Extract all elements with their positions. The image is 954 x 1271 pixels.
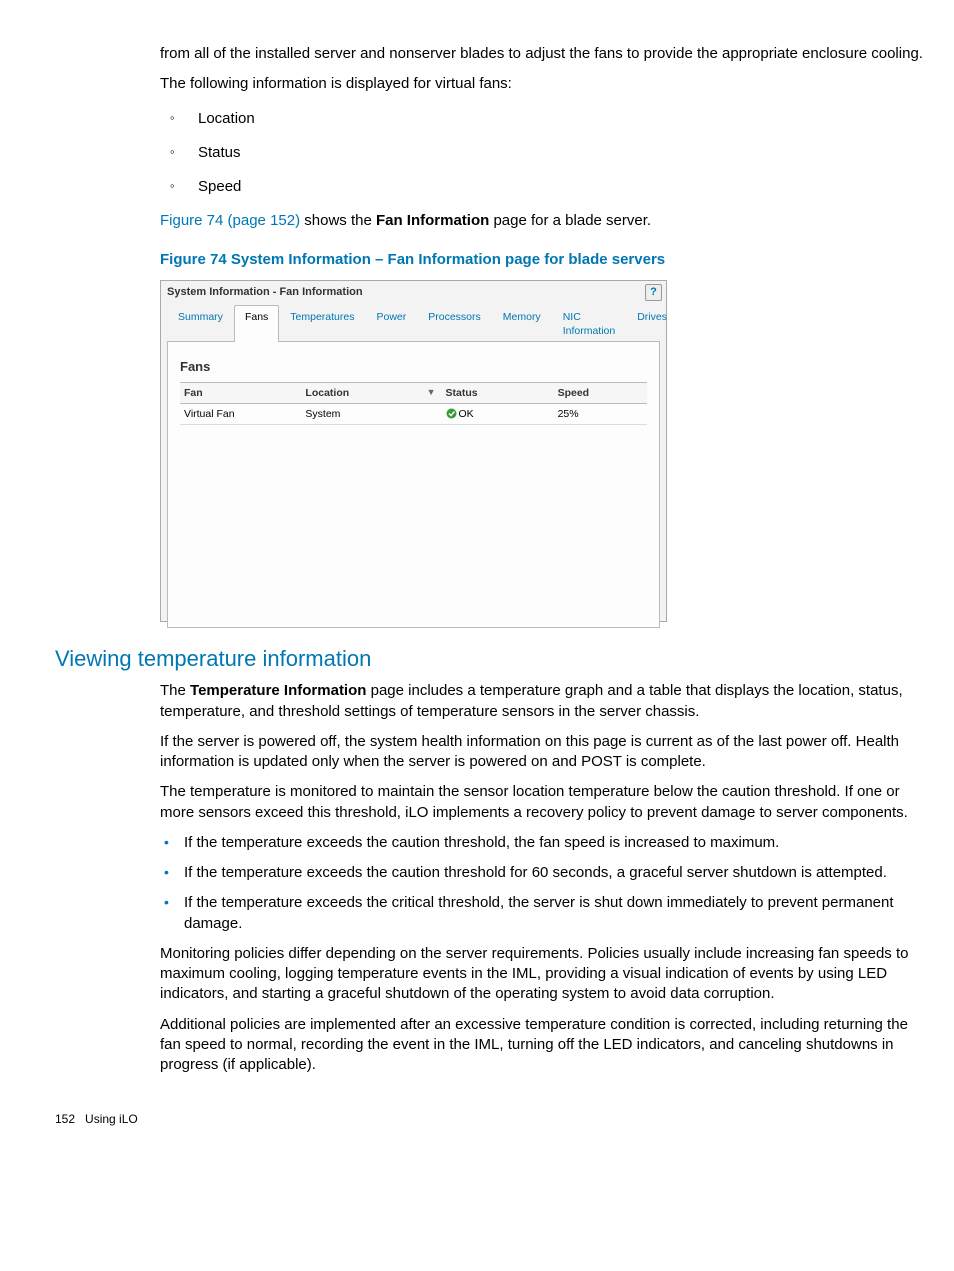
panel-body: Fans Fan Location ▼ Status Speed [167,342,660,628]
tab-fans[interactable]: Fans [234,305,279,342]
policy-list: If the temperature exceeds the caution t… [160,833,930,934]
table-row: Virtual Fan System OK 25% [180,403,647,424]
page-footer: 152 Using iLO [55,1111,924,1127]
status-ok-icon [446,408,457,419]
cell-speed: 25% [554,403,647,424]
cell-fan: Virtual Fan [180,403,301,424]
virtual-fans-list: Location Status Speed [160,109,930,198]
bold-text: Fan Information [376,212,489,229]
tab-summary[interactable]: Summary [167,305,234,342]
cell-status: OK [442,403,554,424]
paragraph: The following information is displayed f… [160,74,930,94]
tab-memory[interactable]: Memory [492,305,552,342]
list-item: Status [160,143,930,163]
tab-power[interactable]: Power [365,305,417,342]
tab-bar: Summary Fans Temperatures Power Processo… [167,304,660,342]
list-item: Location [160,109,930,129]
paragraph: The temperature is monitored to maintain… [160,782,930,823]
list-item: If the temperature exceeds the caution t… [160,863,930,883]
col-location-label: Location [305,387,349,399]
footer-label: Using iLO [85,1112,138,1126]
tab-temperatures[interactable]: Temperatures [279,305,365,342]
text: The [160,682,190,699]
paragraph: from all of the installed server and non… [160,44,930,64]
section-heading: Fans [180,358,647,376]
text: page for a blade server. [489,212,651,229]
figure-caption: Figure 74 System Information – Fan Infor… [160,250,930,270]
bold-text: Temperature Information [190,682,366,699]
col-fan[interactable]: Fan [180,382,301,403]
panel-title: System Information - Fan Information [167,285,363,300]
fan-table: Fan Location ▼ Status Speed Virtual Fan … [180,382,647,425]
col-status[interactable]: Status [442,382,554,403]
help-icon[interactable]: ? [645,284,662,301]
sort-icon[interactable]: ▼ [427,386,436,398]
paragraph: The Temperature Information page include… [160,681,930,722]
list-item: Speed [160,177,930,197]
figure-cross-reference-link[interactable]: Figure 74 (page 152) [160,212,300,229]
paragraph: Additional policies are implemented afte… [160,1015,930,1076]
text: shows the [300,212,376,229]
col-location[interactable]: Location ▼ [301,382,441,403]
status-text: OK [459,408,474,420]
paragraph: Figure 74 (page 152) shows the Fan Infor… [160,211,930,231]
tab-drives[interactable]: Drives [626,305,678,342]
col-speed[interactable]: Speed [554,382,647,403]
list-item: If the temperature exceeds the caution t… [160,833,930,853]
system-info-panel: System Information - Fan Information ? S… [160,280,667,622]
list-item: If the temperature exceeds the critical … [160,893,930,934]
tab-processors[interactable]: Processors [417,305,492,342]
cell-location: System [301,403,441,424]
page-number: 152 [55,1112,75,1126]
paragraph: If the server is powered off, the system… [160,732,930,773]
tab-nic[interactable]: NIC Information [552,305,627,342]
section-heading-temperature: Viewing temperature information [55,644,924,674]
paragraph: Monitoring policies differ depending on … [160,944,930,1005]
